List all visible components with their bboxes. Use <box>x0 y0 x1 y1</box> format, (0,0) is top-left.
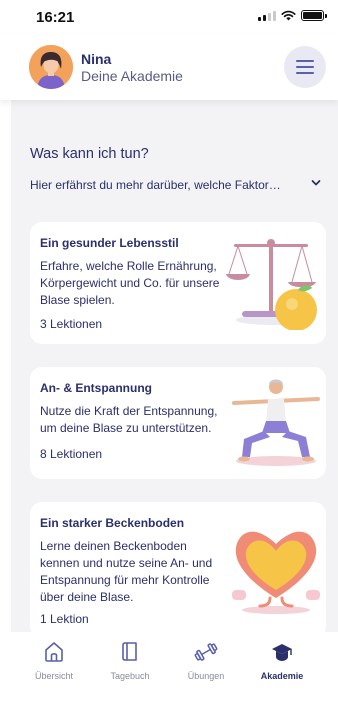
battery-icon <box>301 10 327 21</box>
course-card-relaxation[interactable]: An- & Entspannung Nutze die Kraft der En… <box>30 367 326 479</box>
app-header: Nina Deine Akademie <box>0 34 338 100</box>
tab-label: Tagebuch <box>110 671 150 681</box>
book-icon <box>122 642 137 661</box>
course-card-pelvic-floor[interactable]: Ein starker Beckenboden Lerne deinen Bec… <box>30 502 326 632</box>
tab-exercises[interactable]: Übungen <box>164 632 248 692</box>
status-icons <box>258 10 327 21</box>
page-subtitle: Deine Akademie <box>81 68 183 84</box>
yoga-pose-illustration <box>232 379 320 466</box>
tab-academy[interactable]: Akademie <box>240 632 324 692</box>
graduation-cap-icon <box>272 644 292 661</box>
card-title: An- & Entspannung <box>40 381 152 395</box>
tab-label: Übungen <box>187 671 225 681</box>
lesson-count: 3 Lektionen <box>40 317 103 331</box>
bottom-tab-bar: Übersicht Tagebuch Übungen Akademie <box>0 632 338 704</box>
chevron-down-icon[interactable] <box>311 178 321 188</box>
section-title: Was kann ich tun? <box>30 146 149 162</box>
main-content[interactable]: Was kann ich tun? Hier erfährst du mehr … <box>11 100 338 632</box>
bladder-heart-illustration <box>232 531 320 614</box>
wifi-icon <box>281 10 296 21</box>
avatar[interactable] <box>29 45 73 89</box>
tab-overview[interactable]: Übersicht <box>12 632 96 692</box>
status-bar: 16:21 <box>0 0 338 34</box>
home-icon <box>45 642 63 662</box>
course-card-lifestyle[interactable]: Ein gesunder Lebensstil Erfahre, welche … <box>30 222 326 344</box>
tab-diary[interactable]: Tagebuch <box>88 632 172 692</box>
menu-button[interactable] <box>284 46 326 88</box>
card-title: Ein gesunder Lebensstil <box>40 236 179 250</box>
dumbbell-icon <box>194 643 218 661</box>
card-description: Erfahre, welche Rolle Ernährung, Körperg… <box>40 259 220 307</box>
status-time: 16:21 <box>36 9 75 26</box>
card-description: Nutze die Kraft der Entspannung, um dein… <box>40 404 218 435</box>
section-description[interactable]: Hier erfährst du mehr darüber, welche Fa… <box>30 178 290 192</box>
tab-label: Akademie <box>260 671 304 681</box>
lesson-count: 1 Lektion <box>40 612 89 626</box>
tab-label: Übersicht <box>34 671 73 681</box>
card-description: Lerne deinen Beckenboden kennen und nutz… <box>40 539 213 604</box>
scale-with-apple-illustration <box>226 239 317 330</box>
hamburger-menu-icon <box>296 60 314 62</box>
user-name: Nina <box>81 51 112 67</box>
cellular-signal-icon <box>258 10 276 21</box>
card-title: Ein starker Beckenboden <box>40 516 185 530</box>
lesson-count: 8 Lektionen <box>40 447 103 461</box>
